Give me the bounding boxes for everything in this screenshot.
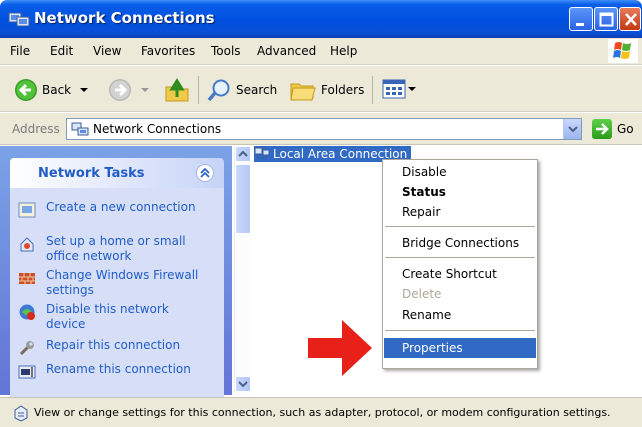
dropdown-arrow-icon[interactable] [77,85,91,95]
scroll-down-button[interactable] [235,376,251,392]
rename-icon [18,365,36,379]
network-adapter-icon [14,405,28,422]
window-title: Network Connections [34,9,215,27]
vertical-scrollbar[interactable] [234,146,251,395]
task-label: Disable this network device [46,302,169,331]
minimize-icon [576,23,584,26]
views-button[interactable] [382,78,417,100]
address-bar: Address Network Connections Go [0,113,642,145]
task-pane: Network Tasks Create a new connection Se… [0,146,232,403]
menu-create-shortcut[interactable]: Create Shortcut [384,264,536,284]
address-value: Network Connections [93,122,222,136]
menu-file[interactable]: File [10,44,30,58]
menu-repair[interactable]: Repair [384,202,536,222]
menu-rename[interactable]: Rename [384,305,536,325]
maximize-icon [599,12,614,27]
maximize-button[interactable] [594,7,618,31]
new-connection-icon [18,202,36,218]
menu-separator [385,226,535,227]
menu-tools[interactable]: Tools [211,44,241,58]
views-icon [382,79,406,99]
task-repair-connection[interactable]: Repair this connection [18,338,206,357]
context-menu: Disable Status Repair Bridge Connections… [382,159,538,369]
chevron-down-icon [238,381,248,388]
close-button[interactable] [619,7,641,31]
menu-edit[interactable]: Edit [50,44,73,58]
search-label: Search [236,83,278,97]
chevron-up-icon [238,150,248,157]
menu-view[interactable]: View [93,44,121,58]
task-rename-connection[interactable]: Rename this connection [18,362,206,381]
menu-status[interactable]: Status [384,182,536,202]
network-tasks-list: Create a new connection Set up a home or… [10,188,224,403]
task-label: Rename this connection [46,362,191,376]
disable-device-icon [19,304,35,320]
task-create-connection[interactable]: Create a new connection [18,200,206,219]
task-label: Repair this connection [46,338,181,352]
scroll-up-button[interactable] [235,146,251,162]
minimize-button[interactable] [569,7,593,31]
address-input[interactable]: Network Connections [66,118,582,140]
task-label: Change Windows Firewall settings [46,268,199,297]
network-adapter-icon [254,147,270,159]
status-bar: View or change settings for this connect… [0,397,642,427]
close-icon [625,13,637,26]
home-network-icon [20,237,34,252]
menu-help[interactable]: Help [330,44,357,58]
menu-bridge-connections[interactable]: Bridge Connections [384,233,536,253]
repair-icon [19,341,34,356]
address-label: Address [12,122,60,136]
up-folder-button[interactable] [164,77,190,103]
chevron-down-icon [568,126,578,133]
dropdown-arrow-icon[interactable] [407,84,417,94]
menu-bar: File Edit View Favorites Tools Advanced … [0,38,642,65]
folders-button[interactable]: Folders [289,78,364,102]
red-arrow-icon [308,320,372,376]
task-label: Set up a home or small office network [46,234,186,263]
network-connections-icon [8,12,30,27]
collapse-button[interactable] [196,164,214,182]
menu-separator [385,330,535,331]
menu-favorites[interactable]: Favorites [141,44,195,58]
task-disable-device[interactable]: Disable this network device [18,302,206,332]
back-arrow-icon [15,79,37,101]
toolbar-separator [372,76,373,104]
status-text: View or change settings for this connect… [34,406,611,419]
network-tasks-header[interactable]: Network Tasks [10,158,224,188]
up-folder-icon [165,78,189,102]
back-button[interactable]: Back [14,78,91,102]
task-label: Create a new connection [46,200,196,214]
chevron-up-icon [200,167,210,178]
menu-disable[interactable]: Disable [384,162,536,182]
search-icon [207,79,230,102]
windows-logo-icon [608,39,638,63]
menu-separator [385,257,535,258]
menu-delete: Delete [402,287,442,301]
search-button[interactable]: Search [206,78,277,102]
scroll-thumb[interactable] [235,164,251,234]
menu-advanced[interactable]: Advanced [257,44,316,58]
task-firewall-settings[interactable]: Change Windows Firewall settings [18,268,206,298]
network-tasks-title: Network Tasks [38,166,145,181]
title-bar[interactable]: Network Connections [0,0,642,38]
go-arrow-icon [596,123,609,135]
menu-properties[interactable]: Properties [384,338,536,358]
forward-button[interactable] [108,78,152,102]
address-dropdown-button[interactable] [563,119,581,139]
toolbar: Back Search Folders [0,66,642,112]
task-home-network[interactable]: Set up a home or small office network [18,234,206,264]
firewall-icon [19,273,35,284]
go-button[interactable] [592,119,612,139]
back-label: Back [42,83,72,97]
folders-label: Folders [321,83,365,97]
toolbar-separator [198,76,199,104]
forward-arrow-icon [109,79,131,101]
go-label[interactable]: Go [617,122,634,136]
folders-icon [290,83,316,101]
dropdown-arrow-icon[interactable] [138,85,152,95]
network-connections-icon [71,122,89,136]
